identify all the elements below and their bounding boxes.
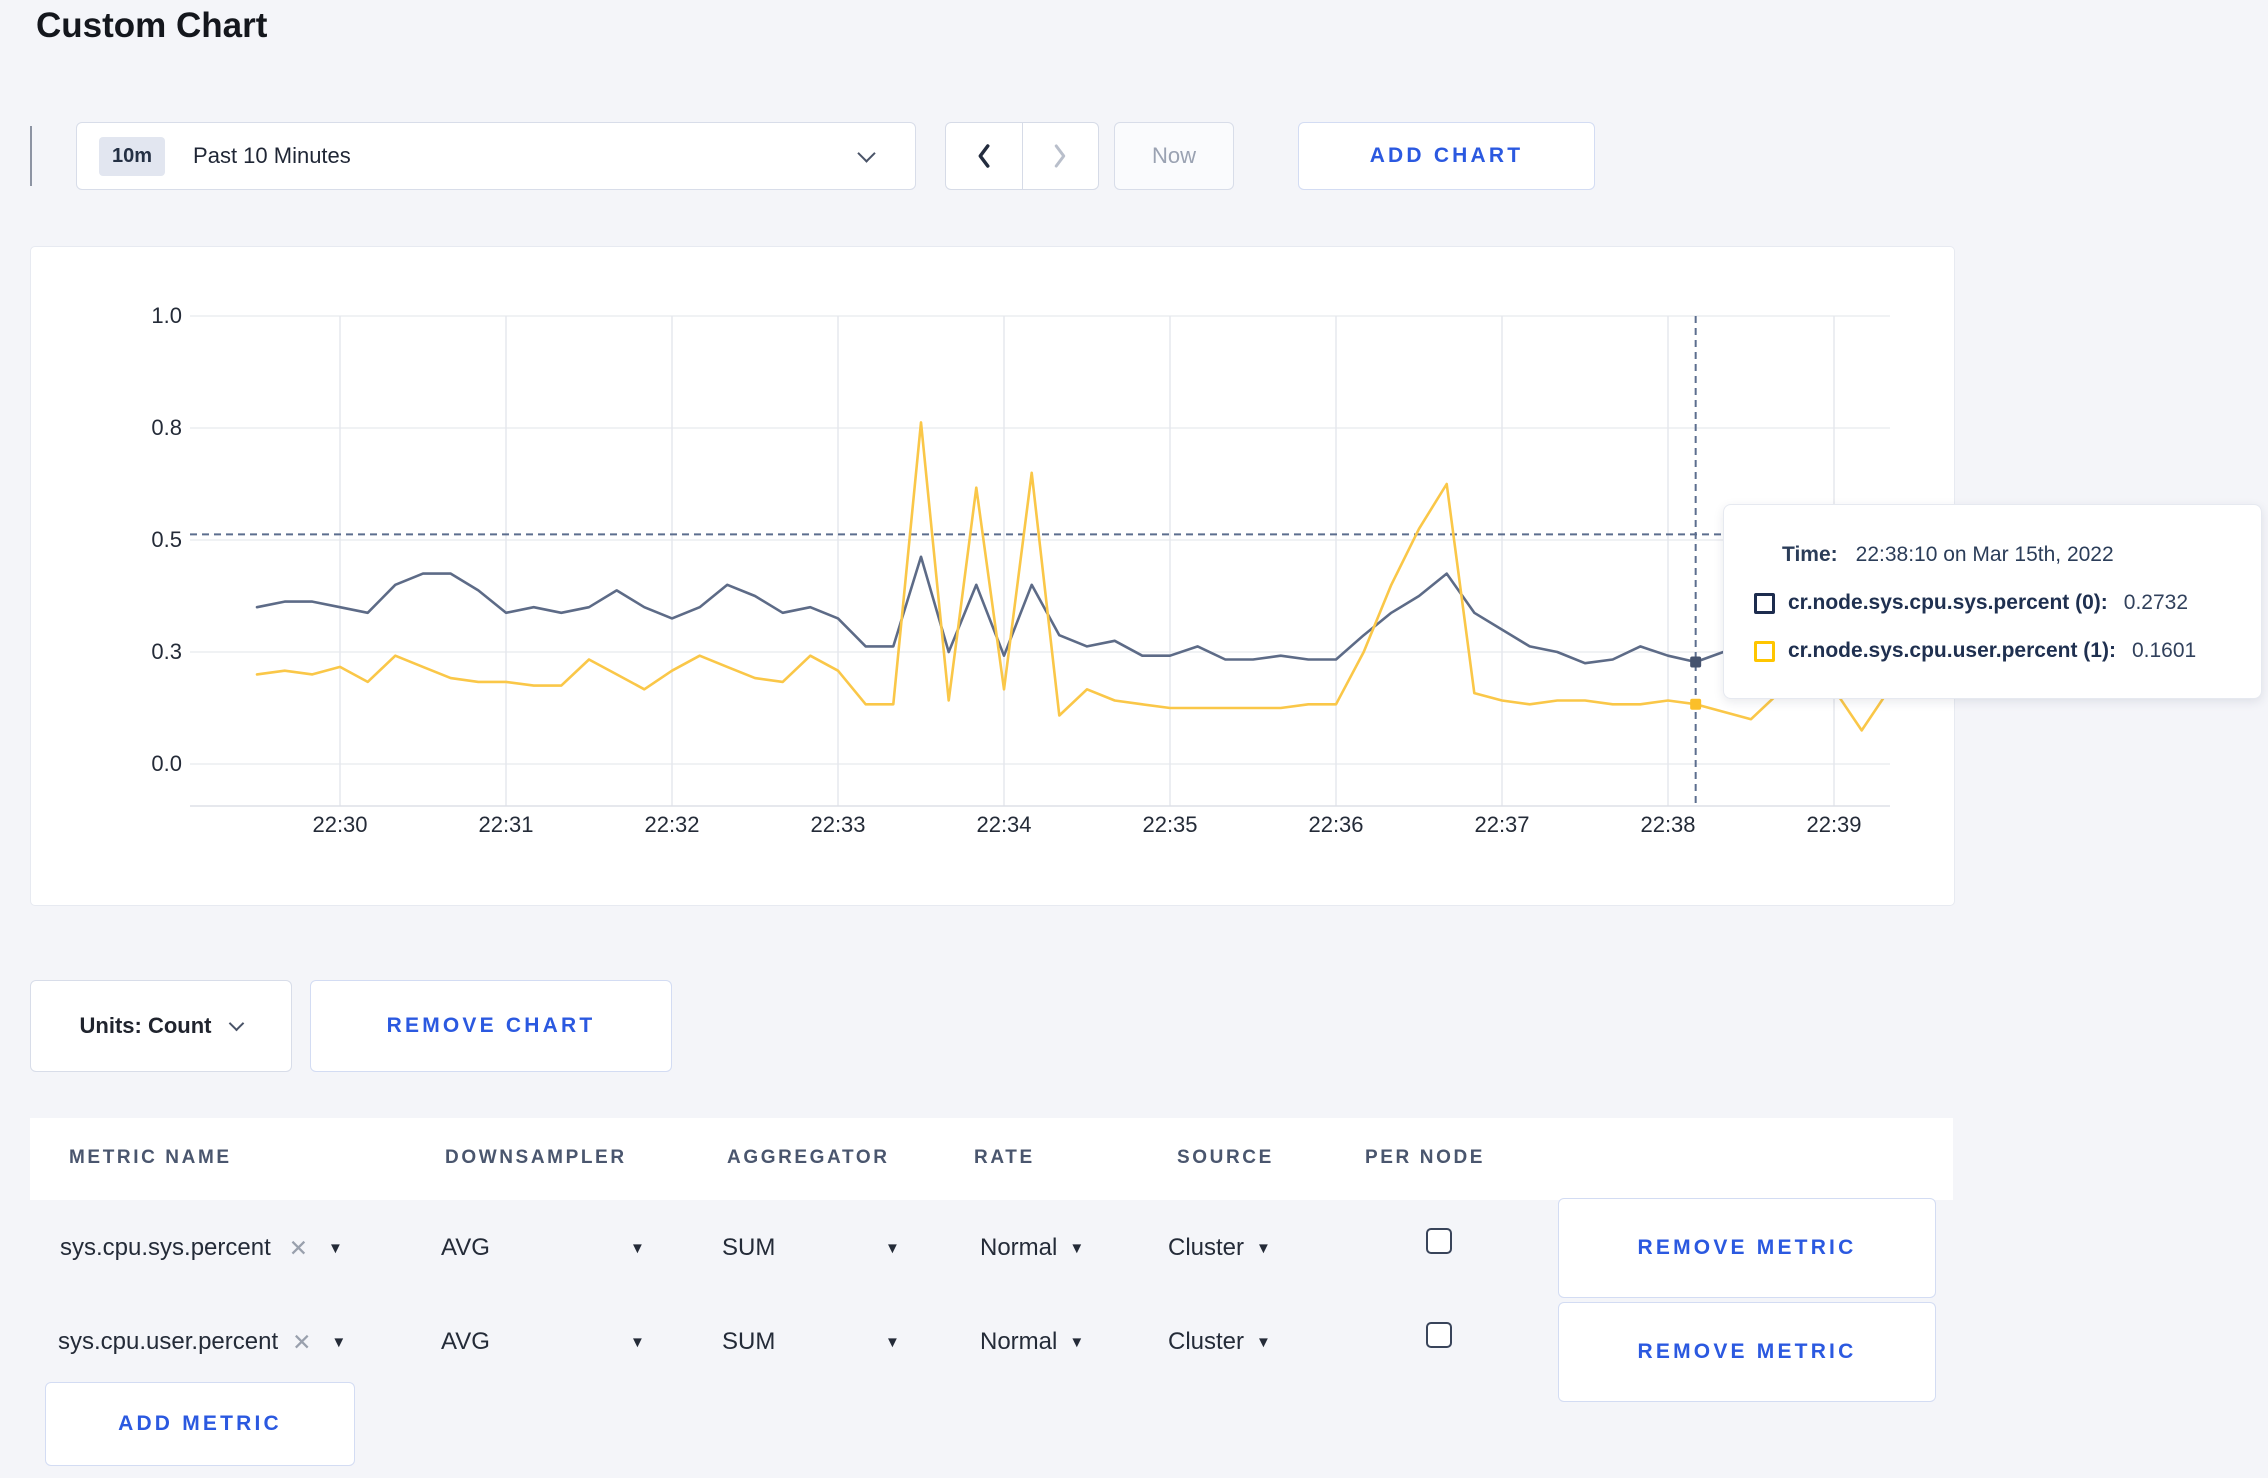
remove-metric-label: REMOVE METRIC [1637,1236,1857,1259]
add-metric-label: ADD METRIC [118,1412,282,1435]
crosshair-dot-0 [1690,656,1702,668]
caret-down-icon: ▼ [331,1333,347,1351]
tooltip-time-label: Time: [1782,543,1838,566]
caret-down-icon: ▼ [1069,1239,1085,1257]
remove-chart-label: REMOVE CHART [386,1014,596,1037]
custom-chart-page: { "page": { "title": "Custom Chart" }, "… [0,0,2268,1478]
caret-down-icon[interactable]: ▼ [630,1335,645,1350]
rate-value: Normal [980,1328,1058,1355]
remove-metric-label: REMOVE METRIC [1637,1340,1857,1363]
clear-metric-icon[interactable]: ✕ [289,1235,308,1262]
chevron-down-icon [857,143,876,163]
rate-select[interactable]: Normal ▼ [980,1328,1084,1356]
time-range-badge: 10m [99,136,166,176]
now-button-label: Now [1151,143,1196,168]
time-pager [945,122,1099,190]
source-select[interactable]: Cluster ▼ [1168,1234,1271,1262]
time-forward-button[interactable] [1023,123,1099,189]
chevron-left-icon [978,144,990,168]
aggregator-value: SUM [722,1234,776,1261]
page-title: Custom Chart [36,6,268,45]
metric-name-select[interactable]: sys.cpu.sys.percent ✕ ▼ [60,1234,343,1262]
downsampler-select[interactable]: AVG [441,1328,490,1356]
now-button[interactable]: Now [1114,122,1234,190]
time-back-button[interactable] [946,123,1023,189]
add-metric-button[interactable]: ADD METRIC [45,1382,355,1466]
time-range-label: Past 10 Minutes [193,143,351,168]
caret-down-icon[interactable]: ▼ [885,1335,900,1350]
caret-down-icon: ▼ [1256,1333,1271,1351]
cpu-metrics-chart[interactable] [30,246,1953,904]
per-node-checkbox[interactable] [1426,1322,1452,1348]
metric-name-value: sys.cpu.sys.percent [60,1234,271,1261]
series-line-0 [255,555,1891,665]
column-header-aggregator: AGGREGATOR [727,1147,890,1168]
remove-metric-button[interactable]: REMOVE METRIC [1558,1302,1936,1402]
column-header-rate: RATE [974,1147,1035,1168]
tooltip-series-label: cr.node.sys.cpu.sys.percent (0): [1788,591,2108,614]
downsampler-select[interactable]: AVG [441,1234,490,1262]
caret-down-icon: ▼ [1256,1239,1271,1257]
chevron-down-icon [229,1015,245,1031]
metric-name-select[interactable]: sys.cpu.user.percent ✕ ▼ [58,1328,346,1356]
chart-hover-tooltip: Time: 22:38:10 on Mar 15th, 2022 cr.node… [1723,504,2262,699]
aggregator-select[interactable]: SUM [722,1234,775,1262]
remove-metric-button[interactable]: REMOVE METRIC [1558,1198,1936,1298]
tooltip-series-label: cr.node.sys.cpu.user.percent (1): [1788,639,2116,662]
metrics-table-header: METRIC NAME DOWNSAMPLER AGGREGATOR RATE … [30,1118,1953,1200]
tooltip-time-row: Time: 22:38:10 on Mar 15th, 2022 [1782,543,2114,567]
units-dropdown[interactable]: Units: Count [30,980,292,1072]
rate-value: Normal [980,1234,1058,1261]
time-range-dropdown[interactable]: 10m Past 10 Minutes [76,122,916,190]
user-series-swatch-icon [1754,640,1775,662]
caret-down-icon[interactable]: ▼ [885,1241,900,1256]
tooltip-series-row: cr.node.sys.cpu.user.percent (1): 0.1601 [1754,639,2196,663]
aggregator-select[interactable]: SUM [722,1328,775,1356]
aggregator-value: SUM [722,1328,776,1355]
downsampler-value: AVG [441,1234,490,1261]
downsampler-value: AVG [441,1328,490,1355]
source-value: Cluster [1168,1234,1245,1261]
clear-metric-icon[interactable]: ✕ [292,1329,311,1356]
chevron-right-icon [1055,144,1066,168]
crosshair-dot-1 [1690,698,1702,710]
metric-name-value: sys.cpu.user.percent [58,1328,279,1355]
column-header-source: SOURCE [1177,1147,1274,1168]
toolbar-divider [30,126,32,186]
column-header-metric-name: METRIC NAME [69,1147,232,1168]
per-node-checkbox[interactable] [1426,1228,1452,1254]
caret-down-icon[interactable]: ▼ [630,1241,645,1256]
add-chart-button[interactable]: ADD CHART [1298,122,1595,190]
tooltip-time-value: 22:38:10 on Mar 15th, 2022 [1855,543,2114,566]
source-value: Cluster [1168,1328,1245,1355]
sys-series-swatch-icon [1754,592,1775,614]
remove-chart-button[interactable]: REMOVE CHART [310,980,672,1072]
chart-plot-area [190,315,1891,807]
add-chart-label: ADD CHART [1369,144,1524,167]
column-header-per-node: PER NODE [1365,1147,1486,1168]
rate-select[interactable]: Normal ▼ [980,1234,1084,1262]
series-line-1 [255,421,1891,732]
tooltip-series-row: cr.node.sys.cpu.sys.percent (0): 0.2732 [1754,591,2188,615]
caret-down-icon: ▼ [328,1239,343,1257]
column-header-downsampler: DOWNSAMPLER [445,1147,627,1168]
caret-down-icon: ▼ [1069,1333,1085,1351]
units-label: Units: Count [79,1013,212,1038]
tooltip-series-value: 0.2732 [2123,591,2189,614]
tooltip-series-value: 0.1601 [2131,639,2197,662]
source-select[interactable]: Cluster ▼ [1168,1328,1271,1356]
